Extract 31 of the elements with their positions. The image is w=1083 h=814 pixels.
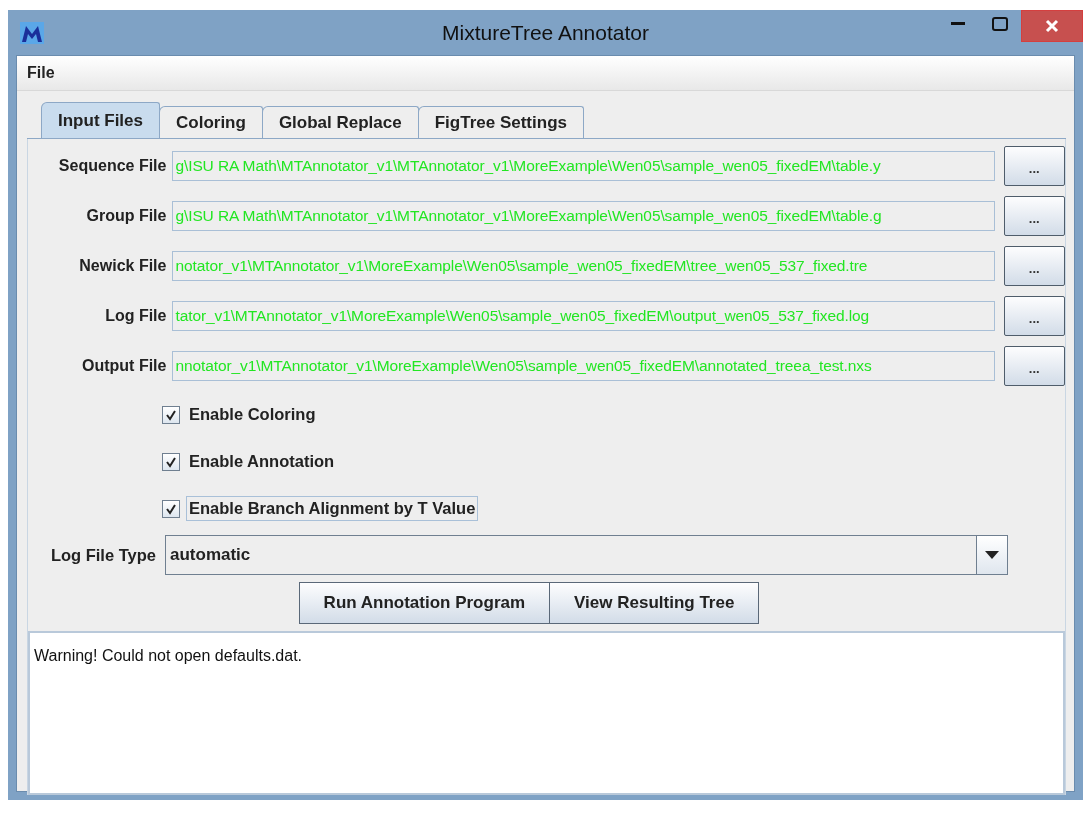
menu-item[interactable]: File (17, 64, 65, 82)
field-label: Log File (104, 307, 168, 325)
check-icon (165, 502, 177, 515)
field-label: Output File (81, 357, 168, 375)
caret-icon (985, 551, 999, 559)
check-icon (165, 455, 177, 468)
action-button[interactable]: Run Annotation Program (298, 582, 551, 624)
field-label: Newick File (78, 257, 168, 275)
app-logo-icon (20, 21, 44, 44)
checkbox-label[interactable]: Enable Branch Alignment by T Value (186, 496, 479, 521)
field-label: Group File (85, 207, 168, 225)
tab[interactable]: FigTree Settings (417, 106, 584, 138)
browse-button[interactable]: ... (1003, 146, 1065, 186)
check-icon (165, 408, 177, 421)
browse-button[interactable]: ... (1003, 246, 1065, 286)
tab[interactable]: Input Files (41, 102, 160, 138)
action-button[interactable]: View Resulting Tree (549, 582, 760, 624)
browse-button[interactable]: ... (1003, 296, 1065, 336)
window-title: MixtureTree Annotator (442, 20, 649, 44)
close-icon[interactable] (1021, 10, 1083, 42)
log-type-dropdown[interactable]: automatic (165, 535, 1008, 575)
checkbox-label[interactable]: Enable Coloring (186, 402, 319, 427)
checkbox[interactable] (162, 499, 180, 518)
field-label: Log File Type (49, 545, 157, 565)
checkbox[interactable] (162, 452, 180, 471)
browse-button[interactable]: ... (1003, 196, 1065, 236)
browse-button[interactable]: ... (1003, 346, 1065, 386)
output-log: Warning! Could not open defaults.dat. (28, 631, 1065, 795)
checkbox-label[interactable]: Enable Annotation (186, 449, 338, 474)
field-label: Sequence File (57, 157, 168, 175)
checkbox[interactable] (162, 405, 180, 424)
